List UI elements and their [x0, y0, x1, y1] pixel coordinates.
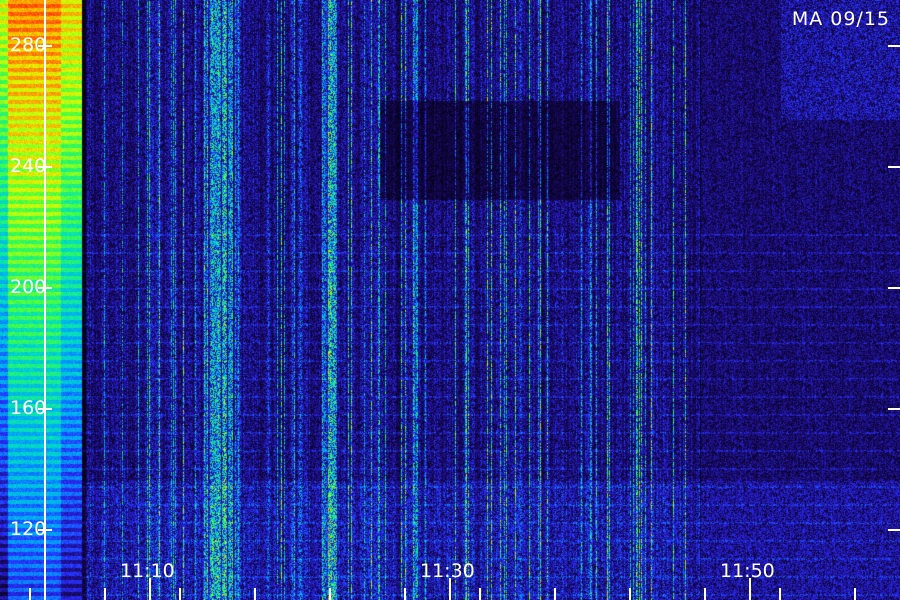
x-tick-label: 11:10 — [120, 560, 175, 582]
y-tick-label: 120 — [10, 518, 47, 540]
y-tick-label: 240 — [10, 155, 47, 177]
y-tick-label: 200 — [10, 276, 47, 298]
date-label: MA 09/15 — [791, 8, 890, 30]
y-tick-label: 160 — [10, 397, 47, 419]
tick-labels: 280 240 200 160 120 11:10 11:30 11:50 — [0, 0, 900, 600]
x-tick-label: 11:30 — [420, 560, 475, 582]
y-tick-label: 280 — [10, 34, 47, 56]
x-tick-label: 11:50 — [720, 560, 775, 582]
